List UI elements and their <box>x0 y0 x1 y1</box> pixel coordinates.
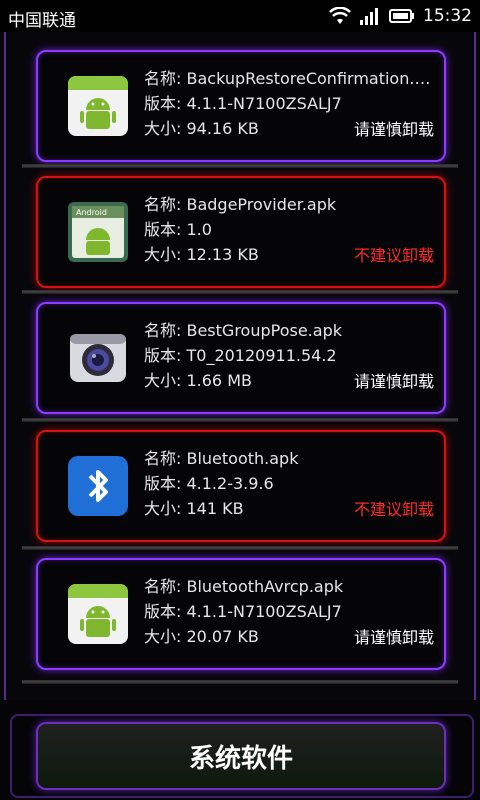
android-badge-icon: Android <box>68 202 128 262</box>
app-size: 12.13 KB <box>186 245 259 264</box>
size-label: 大小: <box>144 627 187 646</box>
size-label: 大小: <box>144 245 187 264</box>
app-version: 4.1.1-N7100ZSALJ7 <box>186 602 342 621</box>
app-size: 1.66 MB <box>186 371 252 390</box>
system-apps-button[interactable]: 系统软件 <box>36 722 446 790</box>
app-version: 4.1.2-3.9.6 <box>186 474 274 493</box>
app-card[interactable]: 名称: BluetoothAvrcp.apk 版本: 4.1.1-N7100ZS… <box>36 558 446 670</box>
version-label: 版本: <box>144 602 187 621</box>
name-label: 名称: <box>144 577 187 596</box>
name-label: 名称: <box>144 321 187 340</box>
bottom-bar: 系统软件 <box>0 700 480 800</box>
camera-icon <box>70 334 126 382</box>
app-size: 94.16 KB <box>186 119 259 138</box>
version-label: 版本: <box>144 94 187 113</box>
version-label: 版本: <box>144 346 187 365</box>
app-name: Bluetooth.apk <box>186 449 299 468</box>
android-icon <box>68 584 128 644</box>
uninstall-recommendation: 不建议卸载 <box>353 246 434 265</box>
divider <box>22 418 458 422</box>
signal-icon <box>360 8 378 25</box>
name-label: 名称: <box>144 69 187 88</box>
name-label: 名称: <box>144 449 187 468</box>
status-bar: 中国联通 15:32 <box>0 0 480 32</box>
divider <box>22 680 458 684</box>
uninstall-recommendation: 不建议卸载 <box>353 500 434 519</box>
size-label: 大小: <box>144 371 187 390</box>
carrier-name: 中国联通 <box>8 11 76 31</box>
version-label: 版本: <box>144 220 187 239</box>
app-card[interactable]: 名称: BestGroupPose.apk 版本: T0_20120911.54… <box>36 302 446 414</box>
app-version: 4.1.1-N7100ZSALJ7 <box>186 94 342 113</box>
svg-text:Android: Android <box>76 208 107 217</box>
wifi-icon <box>329 7 351 24</box>
clock: 15:32 <box>423 6 472 26</box>
app-card[interactable]: Android 名称: BadgeProvider.apk 版本: 1.0 大小… <box>36 176 446 288</box>
app-version: T0_20120911.54.2 <box>186 346 337 365</box>
size-label: 大小: <box>144 499 187 518</box>
divider <box>22 164 458 168</box>
bluetooth-icon <box>68 456 128 516</box>
version-label: 版本: <box>144 474 187 493</box>
app-name: BluetoothAvrcp.apk <box>186 577 344 596</box>
android-icon <box>68 76 128 136</box>
size-label: 大小: <box>144 119 187 138</box>
divider <box>22 546 458 550</box>
uninstall-recommendation: 请谨慎卸载 <box>353 372 434 391</box>
uninstall-recommendation: 请谨慎卸载 <box>353 120 434 139</box>
app-name: BadgeProvider.apk <box>186 195 337 214</box>
app-version: 1.0 <box>186 220 212 239</box>
app-name: BackupRestoreConfirmation.apk <box>186 69 434 88</box>
app-card[interactable]: 名称: Bluetooth.apk 版本: 4.1.2-3.9.6 大小: 14… <box>36 430 446 542</box>
app-size: 141 KB <box>186 499 244 518</box>
app-list[interactable]: 名称: BackupRestoreConfirmation.apk 版本: 4.… <box>0 32 480 700</box>
battery-icon <box>389 9 414 23</box>
divider <box>22 290 458 294</box>
app-card[interactable]: 名称: BackupRestoreConfirmation.apk 版本: 4.… <box>36 50 446 162</box>
name-label: 名称: <box>144 195 187 214</box>
app-name: BestGroupPose.apk <box>186 321 342 340</box>
uninstall-recommendation: 请谨慎卸载 <box>353 628 434 647</box>
app-size: 20.07 KB <box>186 627 259 646</box>
